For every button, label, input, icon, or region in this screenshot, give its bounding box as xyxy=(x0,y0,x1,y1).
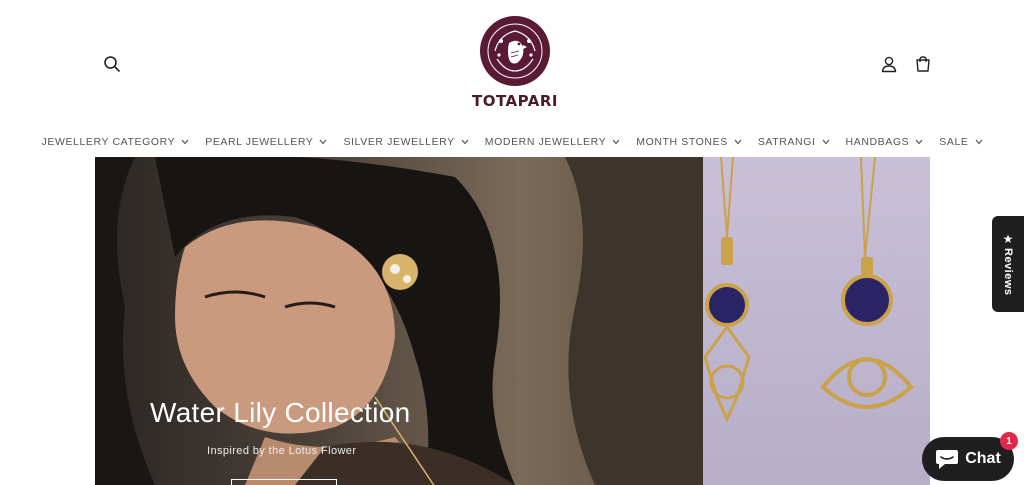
nav-item-pearl-jewellery[interactable]: PEARL JEWELLERY xyxy=(197,130,335,154)
reviews-tab[interactable]: ★ Reviews xyxy=(992,216,1024,312)
nav-item-label: MODERN JEWELLERY xyxy=(484,136,607,148)
chevron-down-icon xyxy=(612,139,620,145)
parrot-logo-icon xyxy=(480,16,550,86)
chevron-down-icon xyxy=(734,139,742,145)
search-button[interactable] xyxy=(98,50,126,78)
nav-item-label: PEARL JEWELLERY xyxy=(205,136,314,148)
page: TOTAPARI JEWELLERY CATEGORY PEARL JEWELL… xyxy=(0,0,1024,485)
nav-item-label: SALE xyxy=(939,136,969,148)
nav-item-month-stones[interactable]: MONTH STONES xyxy=(628,130,750,154)
hero-title: Water Lily Collection xyxy=(150,397,411,428)
nav-item-silver-jewellery[interactable]: SILVER JEWELLERY xyxy=(335,130,476,154)
nav-item-label: JEWELLERY CATEGORY xyxy=(41,136,176,148)
brand-name: TOTAPARI xyxy=(471,92,559,110)
nav-item-label: SILVER JEWELLERY xyxy=(343,136,455,148)
chat-label: Chat xyxy=(965,450,1001,467)
nav-item-sale[interactable]: SALE xyxy=(931,130,990,154)
nav-item-modern-jewellery[interactable]: MODERN JEWELLERY xyxy=(477,130,628,154)
chevron-down-icon xyxy=(915,139,923,145)
nav-item-jewellery-category[interactable]: JEWELLERY CATEGORY xyxy=(33,130,197,154)
main-navigation: JEWELLERY CATEGORY PEARL JEWELLERY SILVE… xyxy=(0,130,1024,154)
brand-logo[interactable]: TOTAPARI xyxy=(470,16,560,116)
hero-subtitle: Inspired by the Lotus Flower xyxy=(207,445,357,457)
nav-item-handbags[interactable]: HANDBAGS xyxy=(838,130,932,154)
hero-pendants-image xyxy=(703,157,930,485)
chevron-down-icon xyxy=(822,139,830,145)
cart-icon xyxy=(916,56,930,72)
hero-banner[interactable]: Water Lily Collection Inspired by the Lo… xyxy=(95,157,930,485)
user-icon xyxy=(881,56,897,73)
chat-notification-badge: 1 xyxy=(1000,432,1018,450)
chat-bubble-icon xyxy=(936,450,959,469)
site-header: TOTAPARI xyxy=(0,0,1024,125)
account-button[interactable] xyxy=(875,50,903,78)
nav-item-satrangi[interactable]: SATRANGI xyxy=(750,130,838,154)
nav-item-label: MONTH STONES xyxy=(636,136,728,148)
chevron-down-icon xyxy=(319,139,327,145)
cart-button[interactable] xyxy=(909,50,937,78)
star-icon: ★ xyxy=(1002,232,1014,247)
search-icon xyxy=(104,56,120,72)
hero-shop-button[interactable] xyxy=(231,479,337,485)
chevron-down-icon xyxy=(461,139,469,145)
chevron-down-icon xyxy=(975,139,983,145)
chevron-down-icon xyxy=(181,139,189,145)
hero-model-image: Water Lily Collection Inspired by the Lo… xyxy=(95,157,703,485)
reviews-label: Reviews xyxy=(1002,248,1014,296)
nav-item-label: HANDBAGS xyxy=(845,136,910,148)
nav-item-label: SATRANGI xyxy=(757,136,816,148)
